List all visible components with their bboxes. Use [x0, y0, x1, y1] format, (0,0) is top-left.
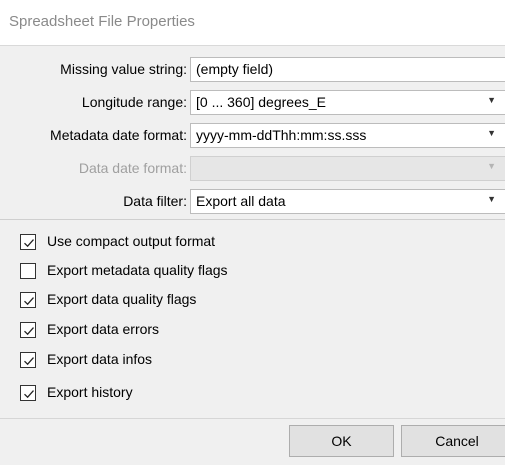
checkbox[interactable]: [20, 292, 36, 308]
chevron-down-icon: ▼: [487, 161, 496, 171]
checkmark-icon: [24, 357, 34, 366]
checkbox[interactable]: [20, 263, 36, 279]
data-date-format-select: ▼: [190, 156, 505, 181]
checkmark-icon: [24, 297, 34, 306]
option-label: Export data errors: [47, 321, 160, 337]
checkmark-icon: [24, 239, 34, 248]
data-date-format-label: Data date format:: [78, 160, 187, 176]
chevron-down-icon: ▼: [487, 128, 496, 138]
longitude-range-label: Longitude range:: [81, 94, 187, 110]
chevron-down-icon: ▼: [487, 194, 496, 204]
checkbox[interactable]: [20, 322, 36, 338]
data-filter-label: Data filter:: [123, 193, 187, 209]
ok-button[interactable]: OK: [289, 425, 394, 457]
metadata-date-format-select[interactable]: yyyy-mm-ddThh:mm:ss.sss ▼: [190, 123, 505, 148]
data-filter-select[interactable]: Export all data ▼: [190, 189, 505, 214]
button-bar-divider: [0, 418, 505, 419]
title-bar: Spreadsheet File Properties: [0, 0, 505, 46]
option-label: Export data infos: [47, 351, 153, 367]
longitude-range-value: [0 ... 360] degrees_E: [196, 94, 326, 110]
dialog-title: Spreadsheet File Properties: [9, 13, 195, 30]
chevron-down-icon: ▼: [487, 95, 496, 105]
metadata-date-format-label: Metadata date format:: [50, 127, 187, 143]
missing-value-text: (empty field): [196, 61, 274, 77]
option-label: Export metadata quality flags: [47, 262, 228, 278]
option-label: Export data quality flags: [47, 291, 197, 307]
cancel-button[interactable]: Cancel: [401, 425, 505, 457]
checkmark-icon: [24, 327, 34, 336]
checkbox[interactable]: [20, 385, 36, 401]
section-divider: [0, 219, 505, 220]
missing-value-input[interactable]: (empty field): [190, 57, 505, 82]
missing-value-label: Missing value string:: [60, 61, 187, 77]
longitude-range-select[interactable]: [0 ... 360] degrees_E ▼: [190, 90, 505, 115]
checkmark-icon: [24, 390, 34, 399]
option-label: Use compact output format: [47, 233, 216, 249]
properties-dialog: Spreadsheet File Properties Missing valu…: [0, 0, 505, 465]
option-label: Export history: [47, 384, 133, 400]
data-filter-value: Export all data: [196, 193, 286, 209]
checkbox[interactable]: [20, 352, 36, 368]
metadata-date-format-value: yyyy-mm-ddThh:mm:ss.sss: [196, 127, 367, 143]
checkbox[interactable]: [20, 234, 36, 250]
